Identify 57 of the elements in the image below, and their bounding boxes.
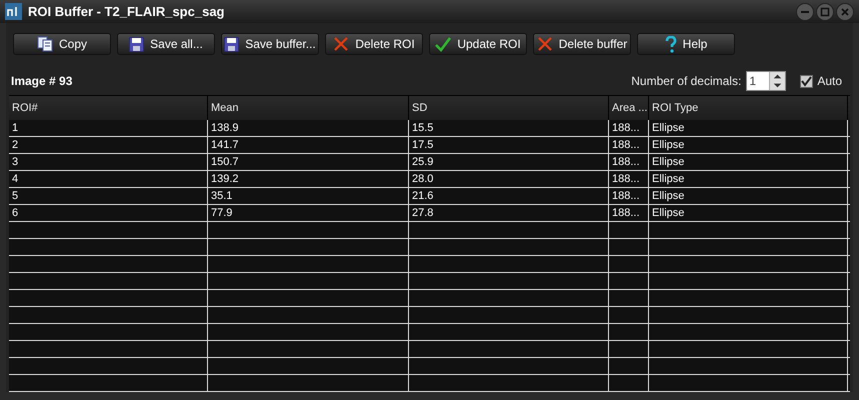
column-header[interactable]: Area ...: [609, 96, 649, 120]
table-cell: Ellipse: [649, 188, 848, 204]
toolbar-button[interactable]: Save buffer...: [221, 33, 319, 55]
column-header[interactable]: Mean: [208, 96, 409, 120]
x-mark-icon: [333, 36, 350, 52]
table-cell: 77.9: [208, 205, 409, 221]
table-cell: 188...: [609, 171, 649, 187]
decimals-label: Number of decimals:: [631, 73, 742, 90]
table-cell: Ellipse: [649, 171, 848, 187]
close-button[interactable]: [836, 2, 854, 20]
auto-label: Auto: [817, 73, 842, 90]
toolbar-button[interactable]: Update ROI: [429, 33, 527, 55]
table-cell: 2: [9, 137, 208, 153]
table-cell: 188...: [609, 205, 649, 221]
table-cell: 35.1: [208, 188, 409, 204]
copy-icon: [36, 36, 53, 52]
column-header[interactable]: SD: [409, 96, 609, 120]
table-cell: 17.5: [409, 137, 609, 153]
table-cell: 139.2: [208, 171, 409, 187]
question-mark-icon: [664, 36, 677, 52]
column-header[interactable]: ROI#: [9, 96, 208, 120]
table-cell: Ellipse: [649, 120, 848, 136]
checkmark-icon: [435, 36, 452, 52]
table-cell: 188...: [609, 120, 649, 136]
minimize-button[interactable]: [796, 2, 814, 20]
table-cell: 21.6: [409, 188, 609, 204]
table-cell: 5: [9, 188, 208, 204]
app-logo-icon: [5, 3, 22, 20]
table-cell: Ellipse: [649, 154, 848, 170]
toolbar-button[interactable]: Delete ROI: [325, 33, 423, 55]
table-cell: Ellipse: [649, 205, 848, 221]
table-cell: 141.7: [208, 137, 409, 153]
table-cell: 150.7: [208, 154, 409, 170]
window-title: ROI Buffer - T2_FLAIR_spc_sag: [28, 2, 224, 21]
auto-checkbox[interactable]: [800, 74, 814, 88]
table-cell: 188...: [609, 188, 649, 204]
decimals-spinner[interactable]: 1: [746, 71, 786, 91]
table-cell: 27.8: [409, 205, 609, 221]
toolbar-button[interactable]: Save all...: [117, 33, 215, 55]
table-cell: 6: [9, 205, 208, 221]
maximize-button[interactable]: [816, 2, 834, 20]
table-cell: 15.5: [409, 120, 609, 136]
table-cell: 3: [9, 154, 208, 170]
table-cell: 138.9: [208, 120, 409, 136]
table-cell: 1: [9, 120, 208, 136]
table-cell: 28.0: [409, 171, 609, 187]
image-label: Image # 93: [11, 73, 72, 90]
x-mark-icon: [536, 36, 553, 52]
toolbar-button[interactable]: Copy: [13, 33, 111, 55]
column-header[interactable]: ROI Type: [649, 96, 848, 120]
toolbar-button[interactable]: Help: [637, 33, 735, 55]
table-cell: 25.9: [409, 154, 609, 170]
toolbar-button[interactable]: Delete buffer: [533, 33, 631, 55]
table-cell: 188...: [609, 137, 649, 153]
table-cell: Ellipse: [649, 137, 848, 153]
table-cell: 188...: [609, 154, 649, 170]
table-cell: 4: [9, 171, 208, 187]
